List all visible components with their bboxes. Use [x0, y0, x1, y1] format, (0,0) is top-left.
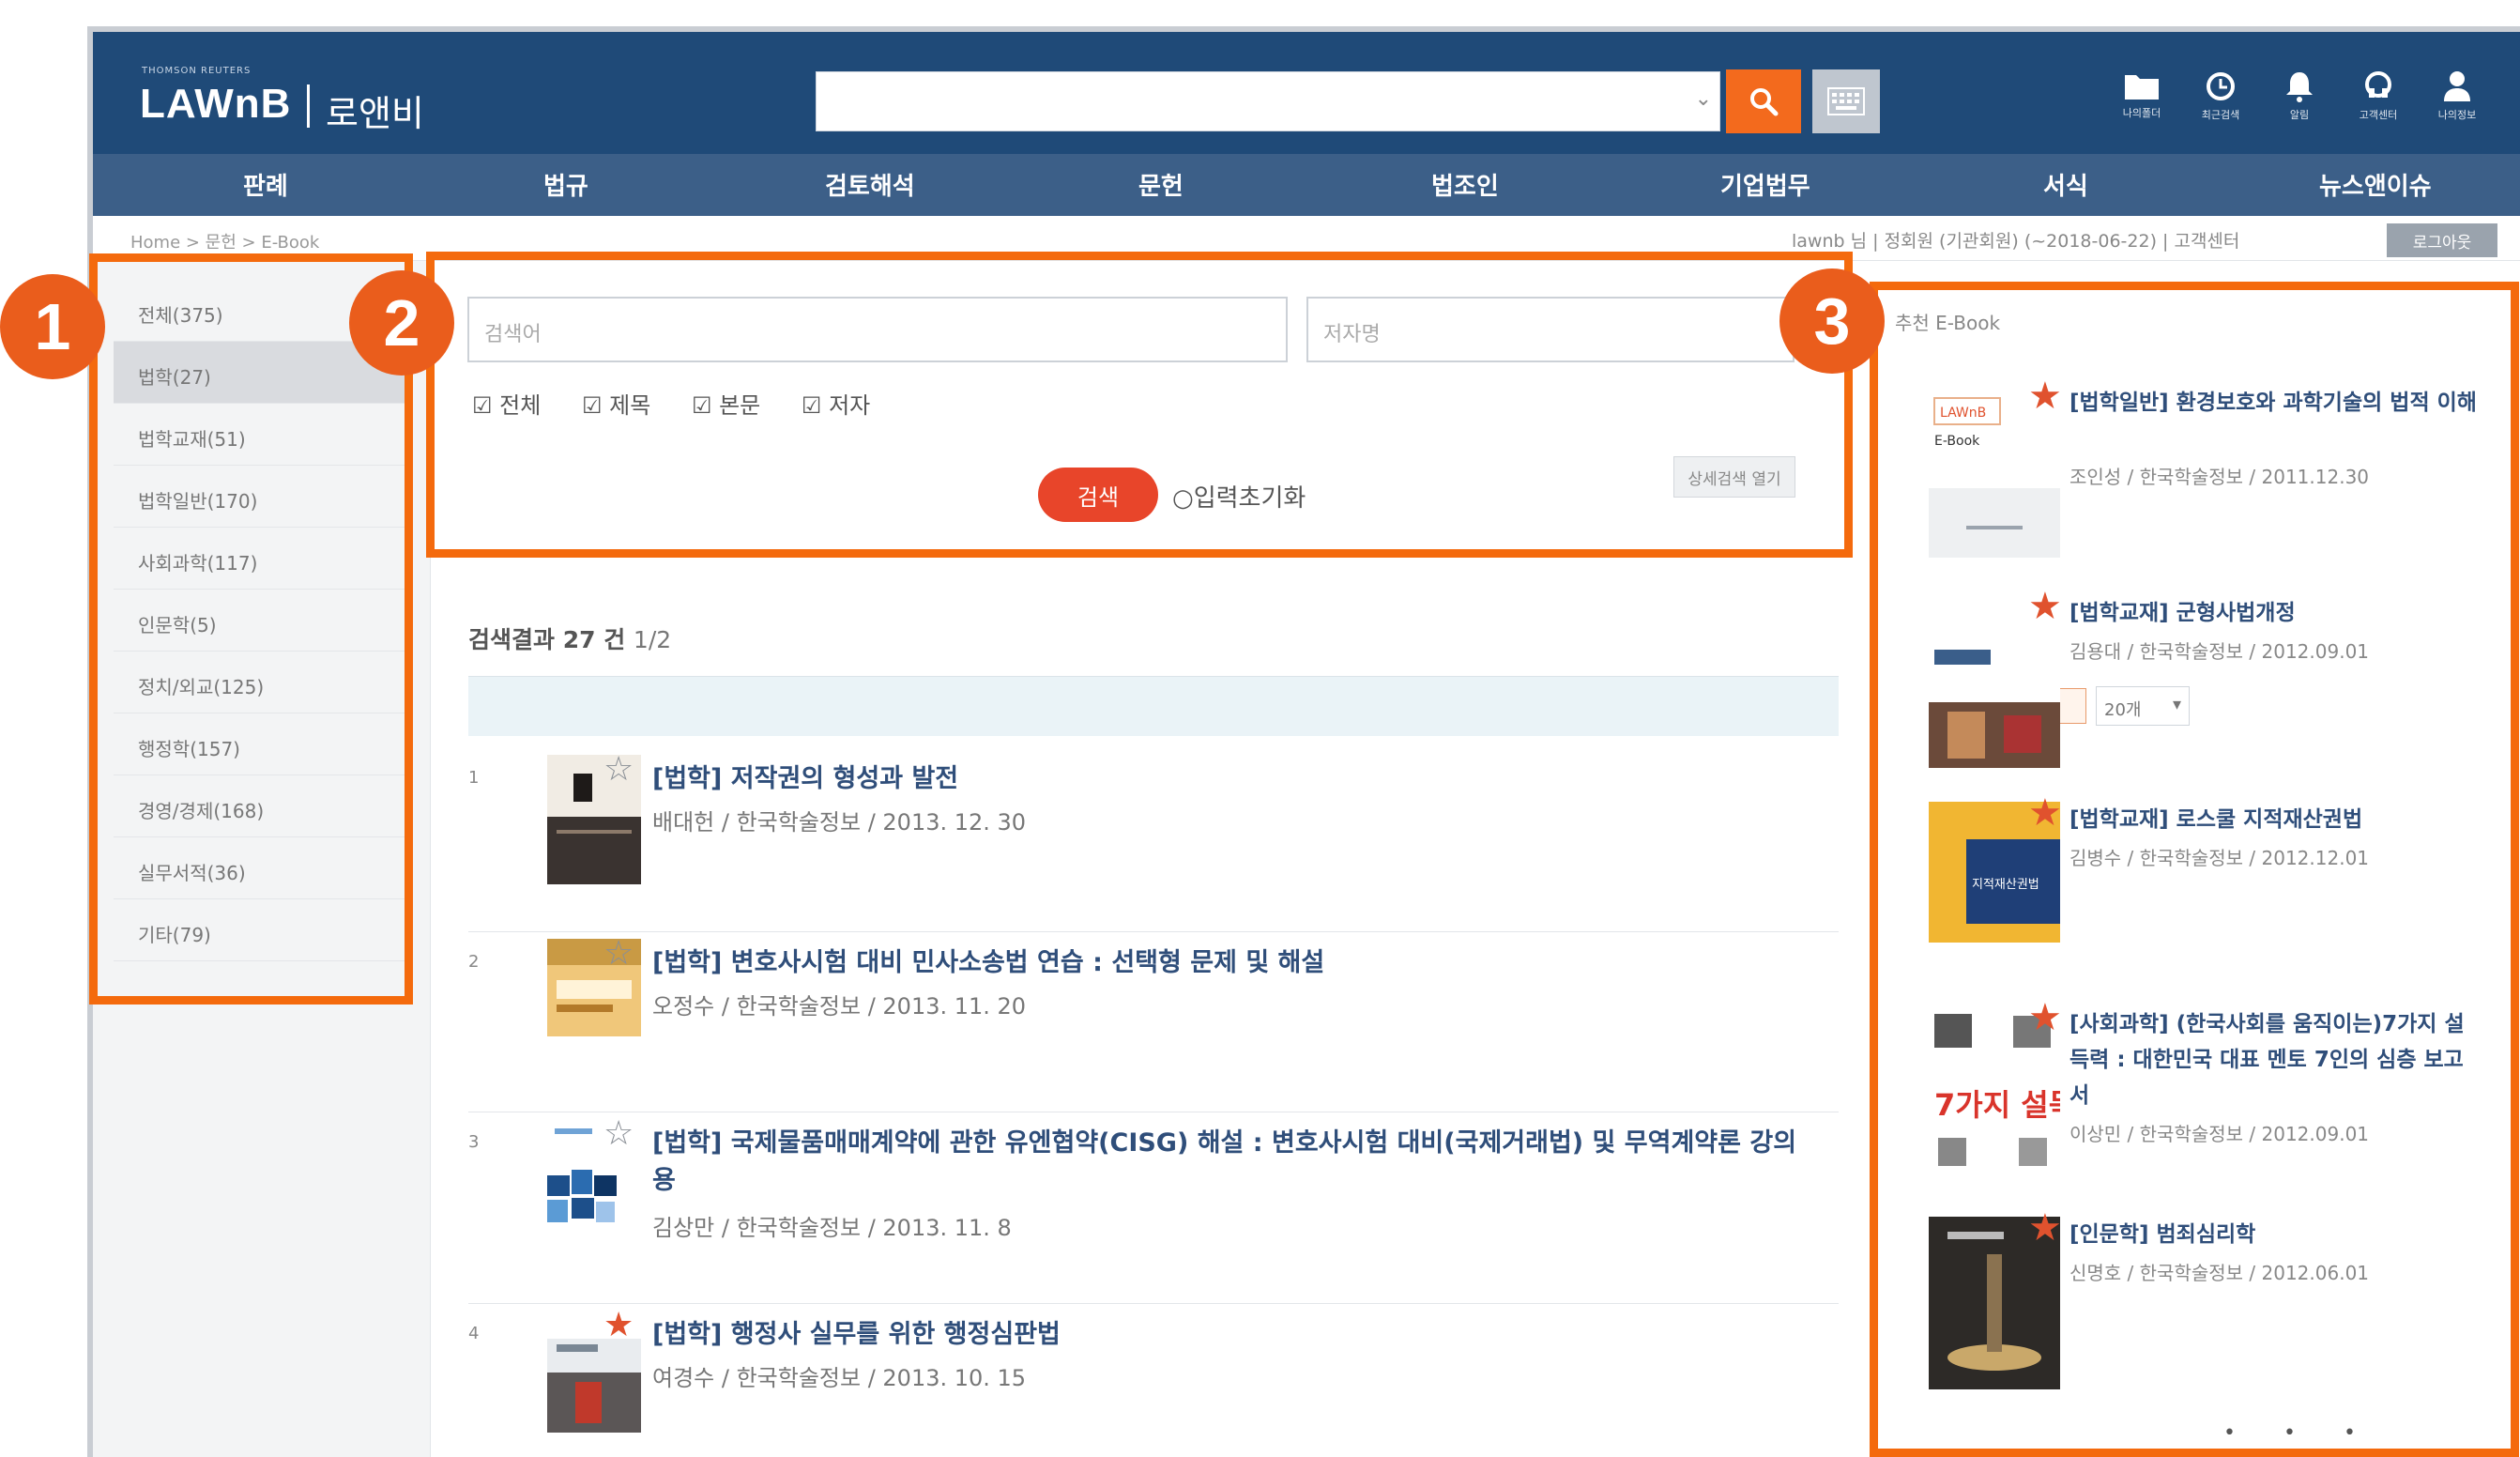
recent-search-button[interactable]: 최근검색	[2188, 69, 2253, 135]
my-folder-button[interactable]: 나의폴더	[2109, 69, 2175, 135]
keyboard-button[interactable]	[1812, 69, 1880, 133]
favorite-star-icon[interactable]: ★	[603, 1307, 634, 1344]
nav-item-interpretations[interactable]: 검토해석	[825, 167, 915, 202]
divider	[468, 1303, 1839, 1304]
nav-item-cases[interactable]: 판례	[243, 167, 288, 202]
callout-box-1	[89, 253, 413, 1005]
result-number: 4	[468, 1324, 480, 1343]
callout-box-2	[426, 252, 1853, 558]
logo[interactable]: LAWnB	[140, 81, 291, 128]
global-search-button[interactable]	[1726, 69, 1801, 133]
search-icon	[1750, 88, 1779, 116]
result-title[interactable]: [법학] 행정사 실무를 위한 행정심판법	[652, 1316, 1816, 1354]
nav-item-literature[interactable]: 문헌	[1138, 167, 1184, 202]
bell-icon	[2286, 72, 2313, 102]
result-title[interactable]: [법학] 저작권의 형성과 발전	[652, 760, 1816, 798]
result-number: 2	[468, 952, 480, 972]
favorite-star-icon[interactable]: ☆	[603, 935, 634, 973]
icon-label: 나의폴더	[2122, 107, 2161, 119]
breadcrumb[interactable]: Home > 문헌 > E-Book	[130, 229, 319, 253]
result-number: 3	[468, 1132, 480, 1152]
result-meta: 여경수 / 한국학술정보 / 2013. 10. 15	[652, 1365, 1027, 1391]
icon-label: 최근검색	[2201, 109, 2240, 121]
favorite-star-icon[interactable]: ☆	[603, 751, 634, 789]
result-meta: 배대헌 / 한국학술정보 / 2013. 12. 30	[652, 809, 1027, 836]
global-search-input[interactable]: ⌄	[816, 71, 1720, 131]
result-title[interactable]: [법학] 변호사시험 대비 민사소송법 연습 : 선택형 문제 및 해설	[652, 944, 1816, 982]
callout-number-3: 3	[1779, 268, 1885, 374]
top-header: THOMSON REUTERS LAWnB 로앤비 ⌄ 나의폴더 최근검색 알림…	[93, 32, 2520, 154]
result-meta: 오정수 / 한국학술정보 / 2013. 11. 20	[652, 993, 1027, 1020]
help-button[interactable]: 고객센터	[2345, 69, 2411, 135]
nav-item-news[interactable]: 뉴스앤이슈	[2319, 167, 2432, 202]
callout-box-3	[1870, 282, 2519, 1457]
folder-icon	[2125, 75, 2159, 100]
logo-small-text: THOMSON REUTERS	[142, 66, 252, 76]
result-meta: 김상만 / 한국학술정보 / 2013. 11. 8	[652, 1215, 1012, 1241]
callout-number-2: 2	[349, 270, 454, 376]
logout-button[interactable]: 로그아웃	[2387, 223, 2497, 257]
result-count-label: 검색결과 27 건	[468, 626, 626, 653]
chevron-down-icon[interactable]: ⌄	[1695, 87, 1712, 111]
nav-item-lawyers[interactable]: 법조인	[1431, 167, 1499, 202]
keyboard-icon	[1827, 87, 1865, 115]
nav-item-forms[interactable]: 서식	[2043, 167, 2088, 202]
nav-item-corporate[interactable]: 기업법무	[1720, 167, 1810, 202]
logo-divider	[307, 84, 310, 128]
callout-number-1: 1	[0, 274, 105, 379]
result-title[interactable]: [법학] 국제물품매매계약에 관한 유엔협약(CISG) 해설 : 변호사시험 …	[652, 1125, 1816, 1200]
user-icon	[2444, 71, 2470, 101]
help-icon	[2365, 71, 2391, 98]
icon-label: 알림	[2289, 109, 2310, 121]
user-status: lawnb 님 | 정회원 (기관회원) (~2018-06-22) | 고객센…	[1792, 231, 2240, 252]
history-icon	[2207, 72, 2235, 100]
result-toolbar: 20개 ▾	[468, 676, 2190, 736]
result-number: 1	[468, 768, 480, 788]
divider	[468, 931, 1839, 932]
result-count: 검색결과 27 건 1/2	[468, 621, 671, 655]
logo-korean[interactable]: 로앤비	[326, 84, 424, 136]
main-nav: 판례 법규 검토해석 문헌 법조인 기업법무 서식 뉴스앤이슈	[93, 154, 2520, 216]
nav-item-laws[interactable]: 법규	[543, 167, 588, 202]
my-info-button[interactable]: 나의정보	[2424, 69, 2490, 135]
alert-button[interactable]: 알림	[2267, 69, 2332, 135]
icon-label: 나의정보	[2437, 109, 2477, 121]
result-page-indicator: 1/2	[633, 626, 672, 653]
favorite-star-icon[interactable]: ☆	[603, 1115, 634, 1153]
icon-label: 고객센터	[2359, 109, 2398, 121]
